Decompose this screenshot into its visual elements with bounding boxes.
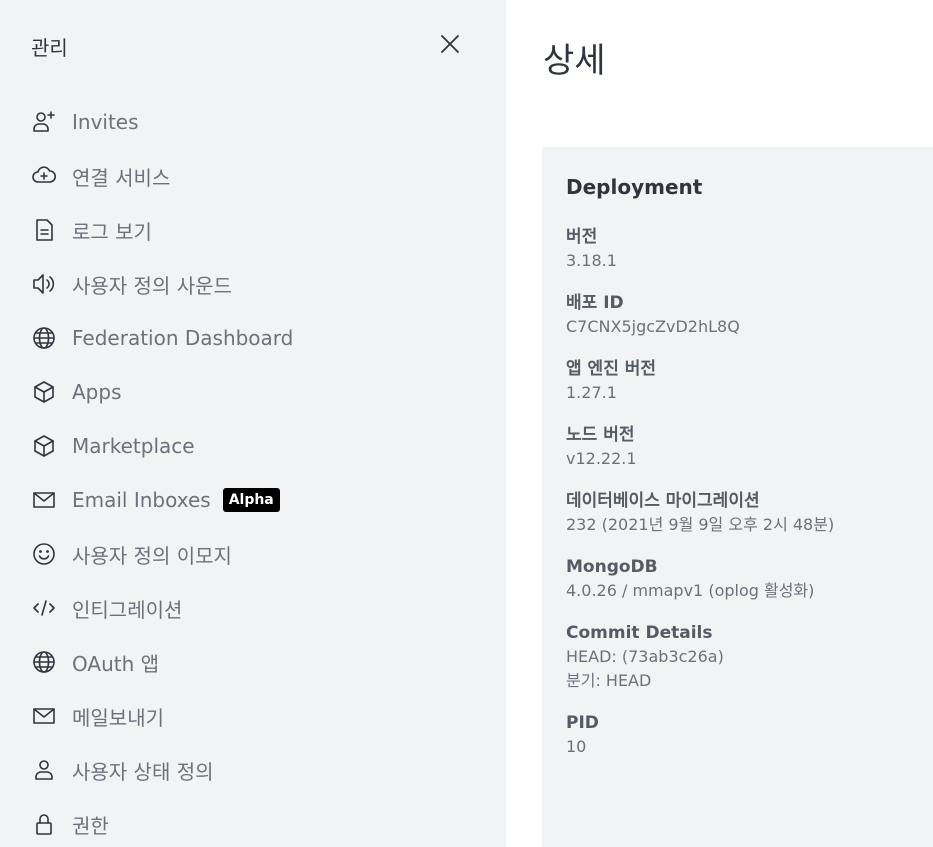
- field-pid: PID 10: [566, 711, 918, 759]
- sidebar-item-invites[interactable]: Invites: [31, 95, 491, 149]
- field-mongodb: MongoDB 4.0.26 / mmapv1 (oplog 활성화): [566, 555, 918, 603]
- field-value: HEAD: (73ab3c26a): [566, 647, 724, 666]
- cube-icon: [31, 432, 59, 460]
- field-version: 버전 3.18.1: [566, 225, 918, 273]
- field-db-migration: 데이터베이스 마이그레이션 232 (2021년 9월 9일 오후 2시 48분…: [566, 489, 918, 537]
- sidebar-item-custom-emoji[interactable]: 사용자 정의 이모지: [31, 527, 491, 581]
- sidebar-item-integrations[interactable]: 인티그레이션: [31, 581, 491, 635]
- sidebar-item-label: 연결 서비스: [72, 165, 171, 190]
- sidebar-title: 관리: [31, 36, 68, 60]
- globe-icon: [31, 648, 59, 676]
- field-value: 분기: HEAD: [566, 671, 652, 690]
- field-label: 버전: [566, 227, 598, 247]
- sidebar-item-label: 사용자 정의 이모지: [72, 543, 232, 568]
- sidebar-item-email-inboxes[interactable]: Email Inboxes Alpha: [31, 473, 491, 527]
- field-label: 앱 엔진 버전: [566, 359, 657, 379]
- field-value: 10: [566, 737, 587, 756]
- field-deployment-id: 배포 ID C7CNX5jgcZvD2hL8Q: [566, 291, 918, 339]
- close-icon[interactable]: [436, 30, 464, 58]
- sidebar-item-label: Apps: [72, 380, 122, 404]
- field-apps-engine-version: 앱 엔진 버전 1.27.1: [566, 357, 918, 405]
- cloud-plus-icon: [31, 162, 59, 190]
- sidebar-item-oauth-apps[interactable]: OAuth 앱: [31, 635, 491, 689]
- field-value: 232 (2021년 9월 9일 오후 2시 48분): [566, 515, 835, 534]
- user-plus-icon: [31, 108, 59, 136]
- main-content: 상세 Deployment 버전 3.18.1 배포 ID C7CNX5jgcZ…: [506, 0, 933, 847]
- sidebar-item-label: Email Inboxes: [72, 488, 211, 512]
- sidebar-item-mailer[interactable]: 메일보내기: [31, 689, 491, 743]
- field-label: Commit Details: [566, 623, 713, 643]
- sidebar-item-label: Marketplace: [72, 434, 195, 458]
- emoji-icon: [31, 540, 59, 568]
- sidebar-item-label: 메일보내기: [72, 705, 164, 730]
- field-value: 4.0.26 / mmapv1 (oplog 활성화): [566, 581, 815, 600]
- field-label: 배포 ID: [566, 293, 624, 313]
- field-label: 노드 버전: [566, 425, 635, 445]
- field-node-version: 노드 버전 v12.22.1: [566, 423, 918, 471]
- sidebar-item-apps[interactable]: Apps: [31, 365, 491, 419]
- sidebar-item-label: 사용자 상태 정의: [72, 759, 214, 784]
- field-value: 3.18.1: [566, 251, 617, 270]
- field-label: PID: [566, 713, 599, 733]
- sidebar-item-user-status[interactable]: 사용자 상태 정의: [31, 743, 491, 797]
- cube-icon: [31, 378, 59, 406]
- admin-sidebar: 관리 Invites 연결 서비스 로그 보기 사용자 정의 사운드 Feder…: [0, 0, 506, 847]
- sidebar-item-custom-sounds[interactable]: 사용자 정의 사운드: [31, 257, 491, 311]
- globe-icon: [31, 324, 59, 352]
- field-label: MongoDB: [566, 557, 658, 577]
- sidebar-nav: Invites 연결 서비스 로그 보기 사용자 정의 사운드 Federati…: [31, 95, 491, 847]
- sidebar-item-label: 사용자 정의 사운드: [72, 273, 232, 298]
- page-title: 상세: [543, 41, 606, 81]
- panel-title: Deployment: [566, 175, 703, 199]
- speaker-icon: [31, 270, 59, 298]
- sidebar-item-view-logs[interactable]: 로그 보기: [31, 203, 491, 257]
- lock-icon: [31, 810, 59, 838]
- code-icon: [31, 594, 59, 622]
- deployment-panel: Deployment 버전 3.18.1 배포 ID C7CNX5jgcZvD2…: [542, 147, 933, 847]
- sidebar-item-label: 권한: [72, 813, 109, 838]
- alpha-badge: Alpha: [222, 488, 280, 512]
- sidebar-item-permissions[interactable]: 권한: [31, 797, 491, 847]
- field-label: 데이터베이스 마이그레이션: [566, 491, 760, 511]
- sidebar-item-federation-dashboard[interactable]: Federation Dashboard: [31, 311, 491, 365]
- field-value: 1.27.1: [566, 383, 617, 402]
- field-value: v12.22.1: [566, 449, 637, 468]
- sidebar-header: 관리: [31, 30, 471, 62]
- field-commit-details: Commit Details HEAD: (73ab3c26a) 분기: HEA…: [566, 621, 918, 693]
- field-value: C7CNX5jgcZvD2hL8Q: [566, 317, 740, 336]
- sidebar-item-label: 로그 보기: [72, 219, 152, 244]
- file-text-icon: [31, 216, 59, 244]
- mail-icon: [31, 486, 59, 514]
- sidebar-item-label: OAuth 앱: [72, 651, 160, 676]
- user-icon: [31, 756, 59, 784]
- sidebar-item-marketplace[interactable]: Marketplace: [31, 419, 491, 473]
- sidebar-item-label: 인티그레이션: [72, 597, 183, 622]
- sidebar-item-label: Federation Dashboard: [72, 326, 294, 350]
- sidebar-item-label: Invites: [72, 110, 139, 134]
- sidebar-item-connected-services[interactable]: 연결 서비스: [31, 149, 491, 203]
- mail-icon: [31, 702, 59, 730]
